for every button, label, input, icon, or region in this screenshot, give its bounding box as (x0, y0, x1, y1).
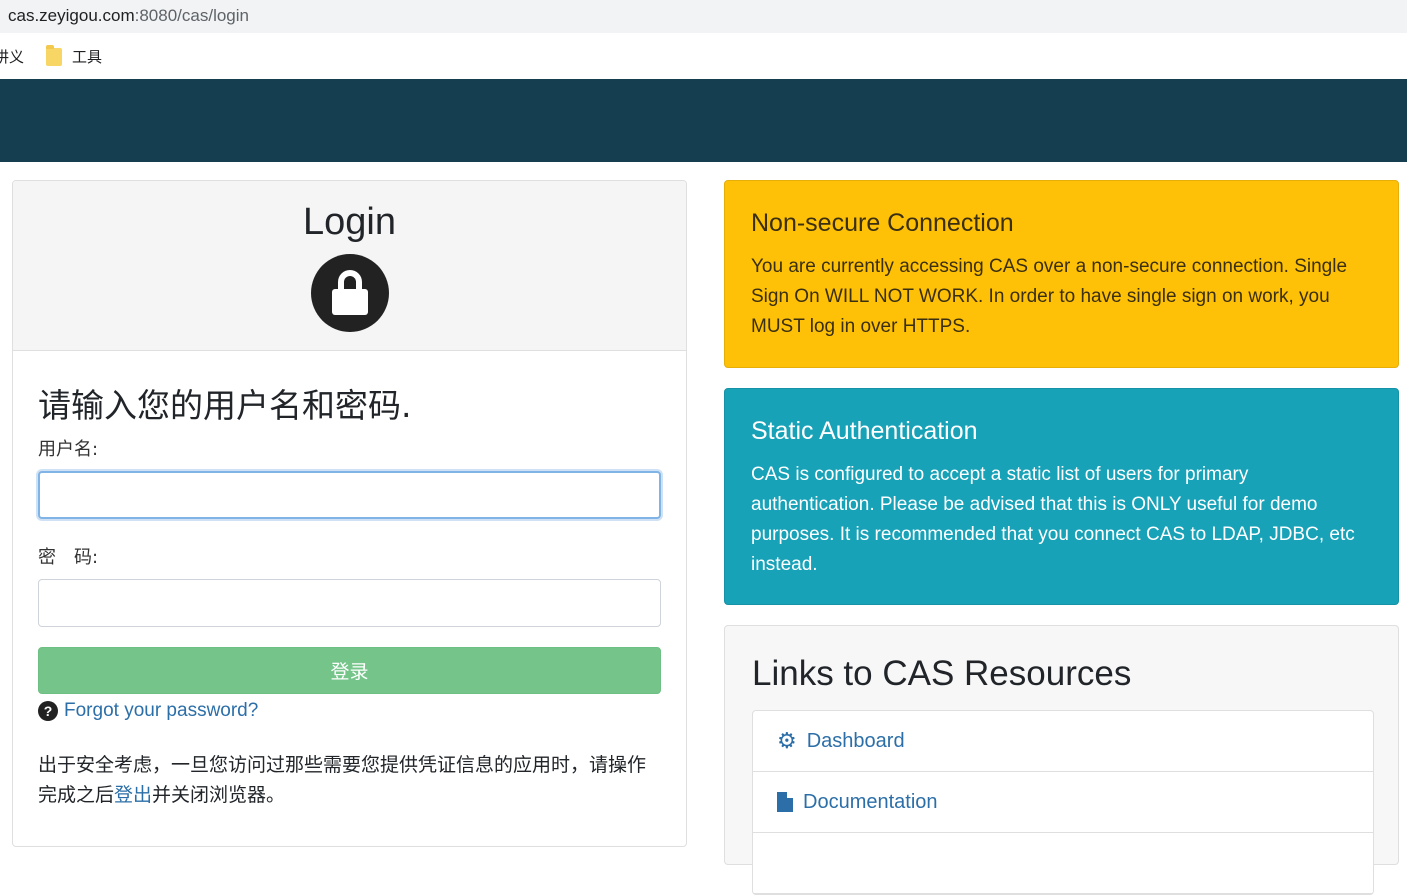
logout-link[interactable]: 登出 (114, 784, 152, 806)
bookmark-label: 讲义 (0, 48, 25, 66)
resource-label: Documentation (803, 790, 938, 813)
header-banner (0, 79, 1407, 162)
login-submit-button[interactable]: 登录 (38, 647, 661, 694)
url-path: :8080/cas/login (134, 6, 249, 25)
non-secure-title: Non-secure Connection (751, 209, 1014, 237)
bookmarks-bar: 讲义 工具 (0, 33, 1407, 79)
password-input[interactable] (38, 579, 661, 627)
login-form: 请输入您的用户名和密码. 用户名: 密 码: 登录 ? Forgot your … (13, 351, 686, 834)
url-host: cas.zeyigou.com (8, 6, 135, 25)
login-card: Login 请输入您的用户名和密码. 用户名: 密 码: 登录 ? Forgot… (12, 180, 687, 847)
folder-icon (46, 44, 62, 66)
non-secure-alert: Non-secure Connection You are currently … (724, 180, 1399, 368)
resources-title: Links to CAS Resources (752, 654, 1132, 693)
resource-item-more[interactable] (753, 833, 1373, 894)
bookmark-item-1[interactable]: 讲义 (0, 46, 24, 67)
address-bar[interactable]: cas.zeyigou.com:8080/cas/login (0, 0, 1407, 33)
forgot-password: ? Forgot your password? (38, 700, 661, 722)
forgot-password-link[interactable]: Forgot your password? (64, 700, 258, 722)
notice-text-after: 并关闭浏览器。 (152, 784, 286, 806)
non-secure-body: You are currently accessing CAS over a n… (751, 256, 1348, 337)
resource-label: Dashboard (806, 729, 905, 752)
resources-list: ⚙ Dashboard Documentation (752, 710, 1374, 895)
login-title: Login (303, 201, 396, 243)
static-auth-title: Static Authentication (751, 417, 978, 445)
password-label: 密 码: (38, 547, 99, 568)
question-circle-icon: ? (38, 701, 58, 721)
static-auth-alert: Static Authentication CAS is configured … (724, 388, 1399, 605)
bookmark-folder-tools[interactable]: 工具 (46, 44, 103, 67)
resources-card: Links to CAS Resources ⚙ Dashboard Docum… (724, 625, 1399, 895)
bookmark-label: 工具 (72, 48, 103, 66)
username-input[interactable] (38, 471, 661, 519)
url-text[interactable]: cas.zeyigou.com:8080/cas/login (8, 6, 249, 26)
resource-item-documentation[interactable]: Documentation (753, 772, 1373, 833)
lock-icon (310, 254, 389, 332)
login-prompt: 请输入您的用户名和密码. (38, 386, 412, 425)
username-label: 用户名: (38, 439, 99, 460)
static-auth-body: CAS is configured to accept a static lis… (751, 464, 1355, 575)
gears-icon: ⚙ (777, 728, 797, 753)
resource-item-dashboard[interactable]: ⚙ Dashboard (753, 711, 1373, 772)
security-notice: 出于安全考虑，一旦您访问过那些需要您提供凭证信息的应用时，请操作完成之后登出并关… (38, 750, 661, 810)
login-card-header: Login (13, 181, 686, 351)
file-icon (777, 792, 793, 812)
